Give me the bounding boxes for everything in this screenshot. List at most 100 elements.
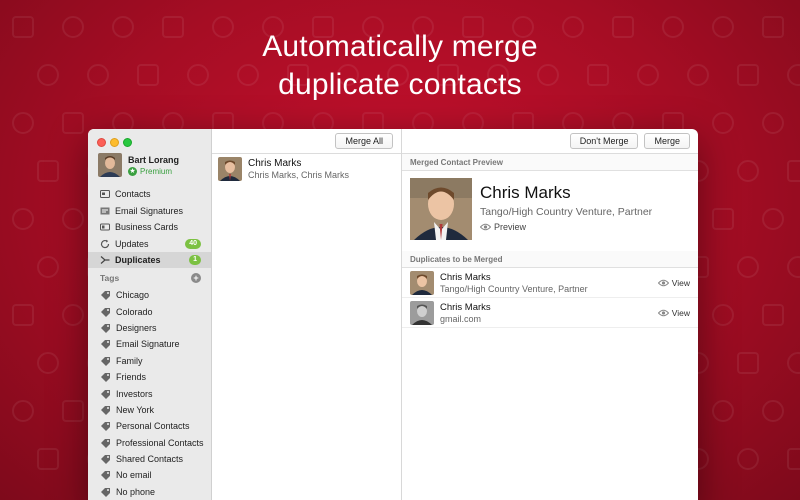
- background-glyph: [787, 352, 800, 374]
- tag-icon: [100, 307, 111, 317]
- sidebar-tag-item[interactable]: Family: [88, 353, 211, 369]
- sidebar-tag-item[interactable]: New York: [88, 402, 211, 418]
- preview-link[interactable]: Preview: [480, 222, 652, 232]
- email-signature-icon: [100, 206, 110, 216]
- merge-all-button[interactable]: Merge All: [335, 133, 393, 149]
- sidebar-tag-label: Personal Contacts: [116, 421, 190, 432]
- merged-contact-photo: [410, 178, 472, 240]
- tag-icon: [100, 389, 111, 399]
- sidebar-tag-item[interactable]: Designers: [88, 320, 211, 336]
- tag-icon: [100, 339, 111, 350]
- background-glyph: [737, 160, 759, 182]
- sidebar-tag-item[interactable]: Chicago: [88, 287, 211, 303]
- sidebar-tag-item[interactable]: Colorado: [88, 303, 211, 319]
- tags-header-label: Tags: [100, 273, 120, 283]
- background-glyph: [737, 256, 759, 278]
- sidebar-tag-item[interactable]: Professional Contacts: [88, 435, 211, 451]
- sidebar-item-updates[interactable]: Updates 40: [88, 236, 211, 252]
- sidebar-tag-label: Chicago: [116, 290, 150, 301]
- duplicate-contact-name: Chris Marks: [440, 271, 491, 283]
- contact-photo: [218, 157, 242, 181]
- background-glyph: [762, 112, 784, 134]
- star-icon: ★: [128, 166, 137, 176]
- sidebar-item-label: Business Cards: [115, 222, 179, 232]
- sidebar-tag-item[interactable]: Email Signature: [88, 336, 211, 352]
- contact-photo: [410, 300, 434, 325]
- background-glyph: [62, 400, 84, 422]
- dont-merge-button[interactable]: Don't Merge: [569, 133, 639, 149]
- background-glyph: [762, 304, 784, 326]
- sidebar-tag-item[interactable]: Investors: [88, 385, 211, 401]
- minimize-window-button[interactable]: [110, 138, 119, 147]
- tag-icon: [100, 372, 111, 383]
- duplicate-summary: Chris Marks, Chris Marks: [248, 170, 350, 180]
- add-tag-button[interactable]: +: [191, 273, 201, 283]
- eye-icon: [480, 223, 491, 231]
- merge-button[interactable]: Merge: [644, 133, 690, 149]
- background-glyph: [737, 448, 759, 470]
- duplicate-contact-name: Chris Marks: [440, 301, 491, 313]
- sidebar-tag-item[interactable]: Shared Contacts: [88, 451, 211, 467]
- avatar: [98, 153, 122, 177]
- list-item[interactable]: Chris Marks Chris Marks, Chris Marks: [212, 154, 401, 184]
- app-window: Bart Lorang ★ Premium Contacts Email Sig…: [88, 129, 698, 500]
- background-glyph: [12, 208, 34, 230]
- duplicate-contact-detail: gmail.com: [440, 313, 482, 324]
- updates-count-badge: 40: [185, 238, 201, 249]
- sidebar-nav: Contacts Email Signatures Business Cards…: [88, 186, 211, 269]
- sidebar-item-business-cards[interactable]: Business Cards: [88, 219, 211, 235]
- merge-detail-pane: Don't Merge Merge Merged Contact Preview…: [402, 129, 698, 500]
- tag-icon: [100, 356, 111, 366]
- window-controls: [97, 138, 132, 147]
- marketing-headline: Automatically merge duplicate contacts: [0, 28, 800, 104]
- business-card-icon: [100, 222, 110, 232]
- account-header[interactable]: Bart Lorang ★ Premium: [98, 153, 179, 177]
- preview-section-label: Merged Contact Preview: [402, 154, 698, 171]
- view-link-label: View: [671, 307, 690, 318]
- sidebar-tag-item[interactable]: No phone: [88, 484, 211, 500]
- background-glyph: [12, 304, 34, 326]
- tag-icon: [100, 421, 111, 432]
- contact-photo: [410, 270, 434, 295]
- preview-link-label: Preview: [494, 222, 527, 232]
- background-glyph: [62, 208, 84, 230]
- sidebar-item-label: Contacts: [115, 189, 151, 199]
- background-glyph: [762, 400, 784, 422]
- table-row[interactable]: Chris Marks Tango/High Country Venture, …: [402, 268, 698, 298]
- duplicates-count-badge: 1: [189, 255, 201, 265]
- tag-icon: [100, 290, 111, 301]
- background-glyph: [737, 352, 759, 374]
- view-link[interactable]: View: [657, 307, 690, 318]
- sidebar-tag-item[interactable]: Friends: [88, 369, 211, 385]
- sidebar-item-email-signatures[interactable]: Email Signatures: [88, 203, 211, 219]
- paperclip-icon: [100, 487, 111, 497]
- close-window-button[interactable]: [97, 138, 106, 147]
- tags-section-header: Tags +: [100, 273, 201, 283]
- sidebar-tag-item[interactable]: No email: [88, 467, 211, 483]
- sidebar-tag-label: Shared Contacts: [116, 454, 184, 465]
- background-glyph: [787, 256, 800, 278]
- sidebar-tag-label: Email Signature: [116, 339, 180, 350]
- duplicates-icon: [100, 255, 110, 265]
- background-glyph: [37, 256, 59, 278]
- duplicates-list-pane: Merge All Chris Marks Chris Marks, Chris…: [212, 129, 402, 500]
- account-name: Bart Lorang: [128, 154, 180, 165]
- sidebar-tag-label: Professional Contacts: [116, 437, 204, 448]
- background-glyph: [12, 112, 34, 134]
- headline-line-1: Automatically merge: [262, 30, 538, 63]
- background-glyph: [787, 160, 800, 182]
- view-link-label: View: [671, 277, 690, 288]
- sidebar-tag-item[interactable]: Personal Contacts: [88, 418, 211, 434]
- sidebar-item-label: Duplicates: [115, 255, 161, 265]
- updates-icon: [100, 239, 110, 249]
- sidebar-tag-label: Family: [116, 355, 143, 366]
- background-glyph: [762, 208, 784, 230]
- background-glyph: [62, 304, 84, 326]
- merged-contact-preview: Chris Marks Tango/High Country Venture, …: [402, 171, 698, 251]
- table-row[interactable]: Chris Marks gmail.com View: [402, 298, 698, 328]
- sidebar-item-duplicates[interactable]: Duplicates 1: [88, 252, 211, 268]
- view-link[interactable]: View: [657, 277, 690, 288]
- sidebar-item-contacts[interactable]: Contacts: [88, 186, 211, 202]
- zoom-window-button[interactable]: [123, 138, 132, 147]
- list-toolbar: Merge All: [212, 129, 401, 154]
